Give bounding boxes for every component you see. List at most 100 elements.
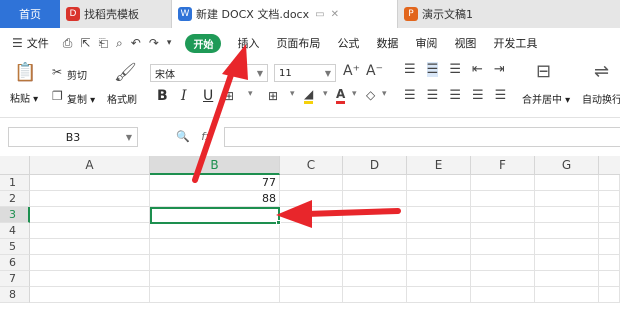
row-header[interactable]: 3 (0, 207, 30, 223)
cell-a6[interactable] (30, 255, 150, 271)
paste-button[interactable]: 粘贴 ▾ (10, 90, 38, 105)
clear-chevron-icon[interactable]: ▾ (382, 89, 387, 99)
cell-b1[interactable]: 77 (150, 175, 280, 191)
home-tab[interactable]: 首页 (0, 0, 60, 28)
tab-presentation[interactable]: P 演示文稿1 (398, 0, 620, 28)
column-header-g[interactable]: G (535, 156, 599, 175)
select-all-corner[interactable] (0, 156, 30, 175)
cell-d1[interactable] (343, 175, 407, 191)
wrap-text-icon[interactable]: ⇌ (594, 61, 609, 82)
column-header-e[interactable]: E (407, 156, 471, 175)
tab-formulas[interactable]: 公式 (337, 35, 359, 51)
paste-icon[interactable]: 📋 (14, 62, 36, 83)
row-header[interactable]: 7 (0, 271, 30, 287)
cell-g2[interactable] (535, 191, 599, 207)
print-icon[interactable]: ⎗ (98, 36, 108, 51)
cell-g1[interactable] (535, 175, 599, 191)
row-header[interactable]: 2 (0, 191, 30, 207)
name-box[interactable]: B3 ▼ (8, 127, 138, 147)
cell-g8[interactable] (535, 287, 599, 303)
tab-developer[interactable]: 开发工具 (493, 35, 537, 51)
cell-h1[interactable] (599, 175, 620, 191)
format-painter-button[interactable]: 格式刷 (107, 91, 137, 106)
tab-template[interactable]: D 找稻壳模板 (60, 0, 172, 28)
fill-handle[interactable] (276, 220, 281, 225)
tab-insert[interactable]: 插入 (237, 35, 259, 51)
tab-start[interactable]: 开始 (185, 33, 222, 53)
row-header[interactable]: 8 (0, 287, 30, 303)
font-color-chevron-icon[interactable]: ▾ (352, 89, 357, 99)
copy-button[interactable]: 复制 ▾ (67, 91, 95, 106)
row-header[interactable]: 6 (0, 255, 30, 271)
cell-d7[interactable] (343, 271, 407, 287)
cell-c6[interactable] (280, 255, 343, 271)
cell-f8[interactable] (471, 287, 535, 303)
cell-b2[interactable]: 88 (150, 191, 280, 207)
redo-icon[interactable]: ↷ (149, 36, 159, 50)
undo-icon[interactable]: ↶ (131, 36, 141, 50)
close-tab-icon[interactable]: ✕ (331, 9, 339, 20)
cell-e6[interactable] (407, 255, 471, 271)
font-name-select[interactable]: 宋体 ▼ (150, 64, 268, 82)
cell-d4[interactable] (343, 223, 407, 239)
cell-h5[interactable] (599, 239, 620, 255)
decrease-font-button[interactable]: A⁻ (366, 63, 383, 79)
column-header-c[interactable]: C (280, 156, 343, 175)
export-icon[interactable]: ⇱ (80, 36, 90, 50)
cell-g7[interactable] (535, 271, 599, 287)
row-header[interactable]: 5 (0, 239, 30, 255)
cell-a8[interactable] (30, 287, 150, 303)
bold-button[interactable]: B (157, 88, 168, 104)
cell-c4[interactable] (280, 223, 343, 239)
menu-file[interactable]: 文件 (27, 35, 49, 51)
cell-a3[interactable] (30, 207, 150, 223)
hamburger-icon[interactable]: ☰ (12, 36, 23, 50)
cell-b8[interactable] (150, 287, 280, 303)
cell-d2[interactable] (343, 191, 407, 207)
cell-g5[interactable] (535, 239, 599, 255)
cell-h6[interactable] (599, 255, 620, 271)
cell-f6[interactable] (471, 255, 535, 271)
cell-g3[interactable] (535, 207, 599, 223)
active-cell-b3[interactable] (150, 207, 280, 224)
cell-d3[interactable] (343, 207, 407, 223)
align-left-icon[interactable]: ☰ (404, 88, 416, 103)
tab-view[interactable]: 视图 (454, 35, 476, 51)
cell-border-icon[interactable]: ⊞ (224, 89, 234, 103)
cell-b5[interactable] (150, 239, 280, 255)
align-middle-icon[interactable]: ☰ (426, 62, 439, 77)
column-header-a[interactable]: A (30, 156, 150, 175)
indent-decrease-icon[interactable]: ⇤ (472, 62, 483, 77)
cell-a1[interactable] (30, 175, 150, 191)
screen-icon[interactable]: ▭ (315, 9, 324, 20)
print-preview-icon[interactable]: ⌕ (116, 36, 123, 51)
cell-d6[interactable] (343, 255, 407, 271)
column-header-d[interactable]: D (343, 156, 407, 175)
clear-format-icon[interactable]: ◇ (366, 88, 375, 102)
cell-b4[interactable] (150, 223, 280, 239)
cell-h8[interactable] (599, 287, 620, 303)
cell-f2[interactable] (471, 191, 535, 207)
cell-b6[interactable] (150, 255, 280, 271)
font-size-select[interactable]: 11 ▼ (274, 64, 336, 82)
cell-c5[interactable] (280, 239, 343, 255)
tab-data[interactable]: 数据 (376, 35, 398, 51)
zoom-search-icon[interactable]: 🔍 (176, 130, 190, 143)
tab-page-layout[interactable]: 页面布局 (276, 35, 320, 51)
cell-g4[interactable] (535, 223, 599, 239)
cell-c1[interactable] (280, 175, 343, 191)
tab-review[interactable]: 审阅 (415, 35, 437, 51)
fill-color-icon[interactable]: ◢ (304, 88, 314, 104)
cell-a5[interactable] (30, 239, 150, 255)
merge-center-icon[interactable]: ⊟ (536, 61, 551, 82)
cut-button[interactable]: 剪切 (67, 67, 87, 82)
cell-f1[interactable] (471, 175, 535, 191)
cut-icon[interactable]: ✂ (52, 65, 62, 79)
row-header[interactable]: 4 (0, 223, 30, 239)
cell-h3[interactable] (599, 207, 620, 223)
cell-f7[interactable] (471, 271, 535, 287)
distributed-icon[interactable]: ☰ (495, 88, 507, 103)
underline-button[interactable]: U (203, 88, 213, 104)
cell-c2[interactable] (280, 191, 343, 207)
cell-e5[interactable] (407, 239, 471, 255)
